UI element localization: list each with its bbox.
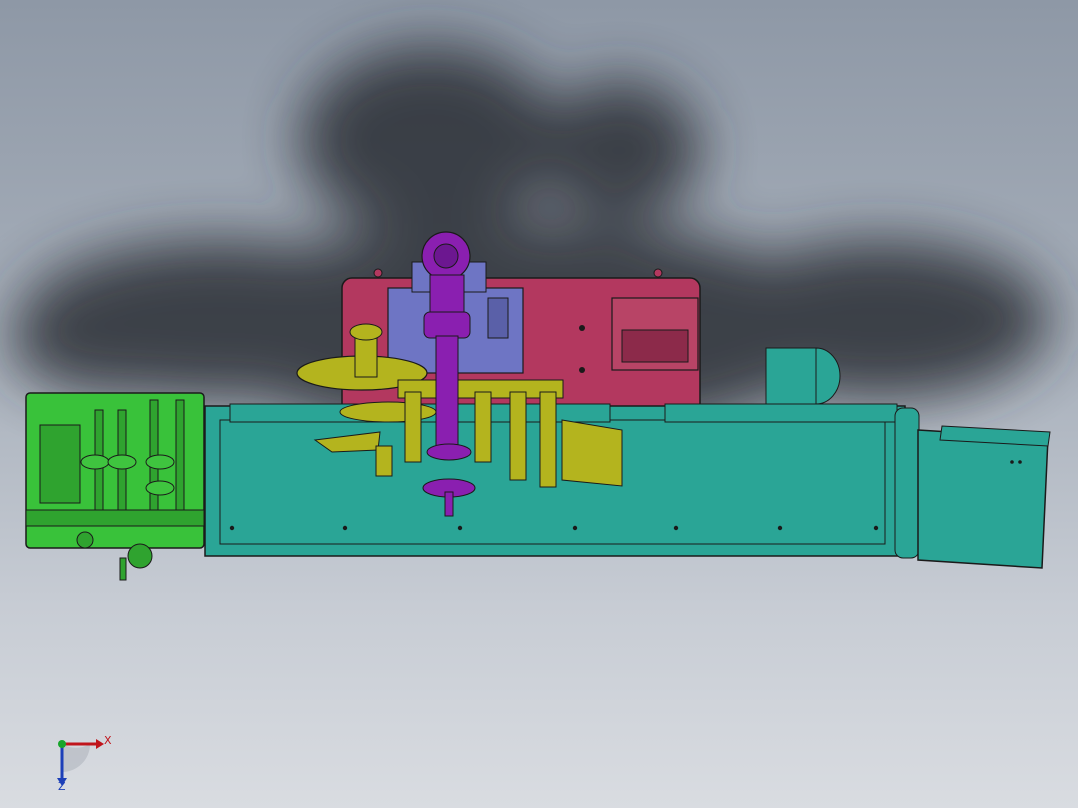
- side-motor-housing[interactable]: [765, 347, 841, 405]
- triad-y-axis: [58, 740, 66, 748]
- view-triad[interactable]: X Z: [57, 734, 112, 793]
- cad-graphics-viewport[interactable]: X Z: [0, 0, 1078, 808]
- triad-x-label: X: [104, 734, 112, 747]
- outfeed-plate[interactable]: [917, 425, 1051, 569]
- triad-x-arrow: [96, 739, 104, 749]
- model-canvas[interactable]: X Z: [0, 0, 1078, 808]
- infeed-frame[interactable]: [25, 392, 205, 581]
- infeed-handwheel: [127, 543, 153, 569]
- cabinet-screen: [621, 329, 689, 363]
- triad-z-label: Z: [58, 780, 66, 793]
- infeed-knob: [76, 531, 94, 549]
